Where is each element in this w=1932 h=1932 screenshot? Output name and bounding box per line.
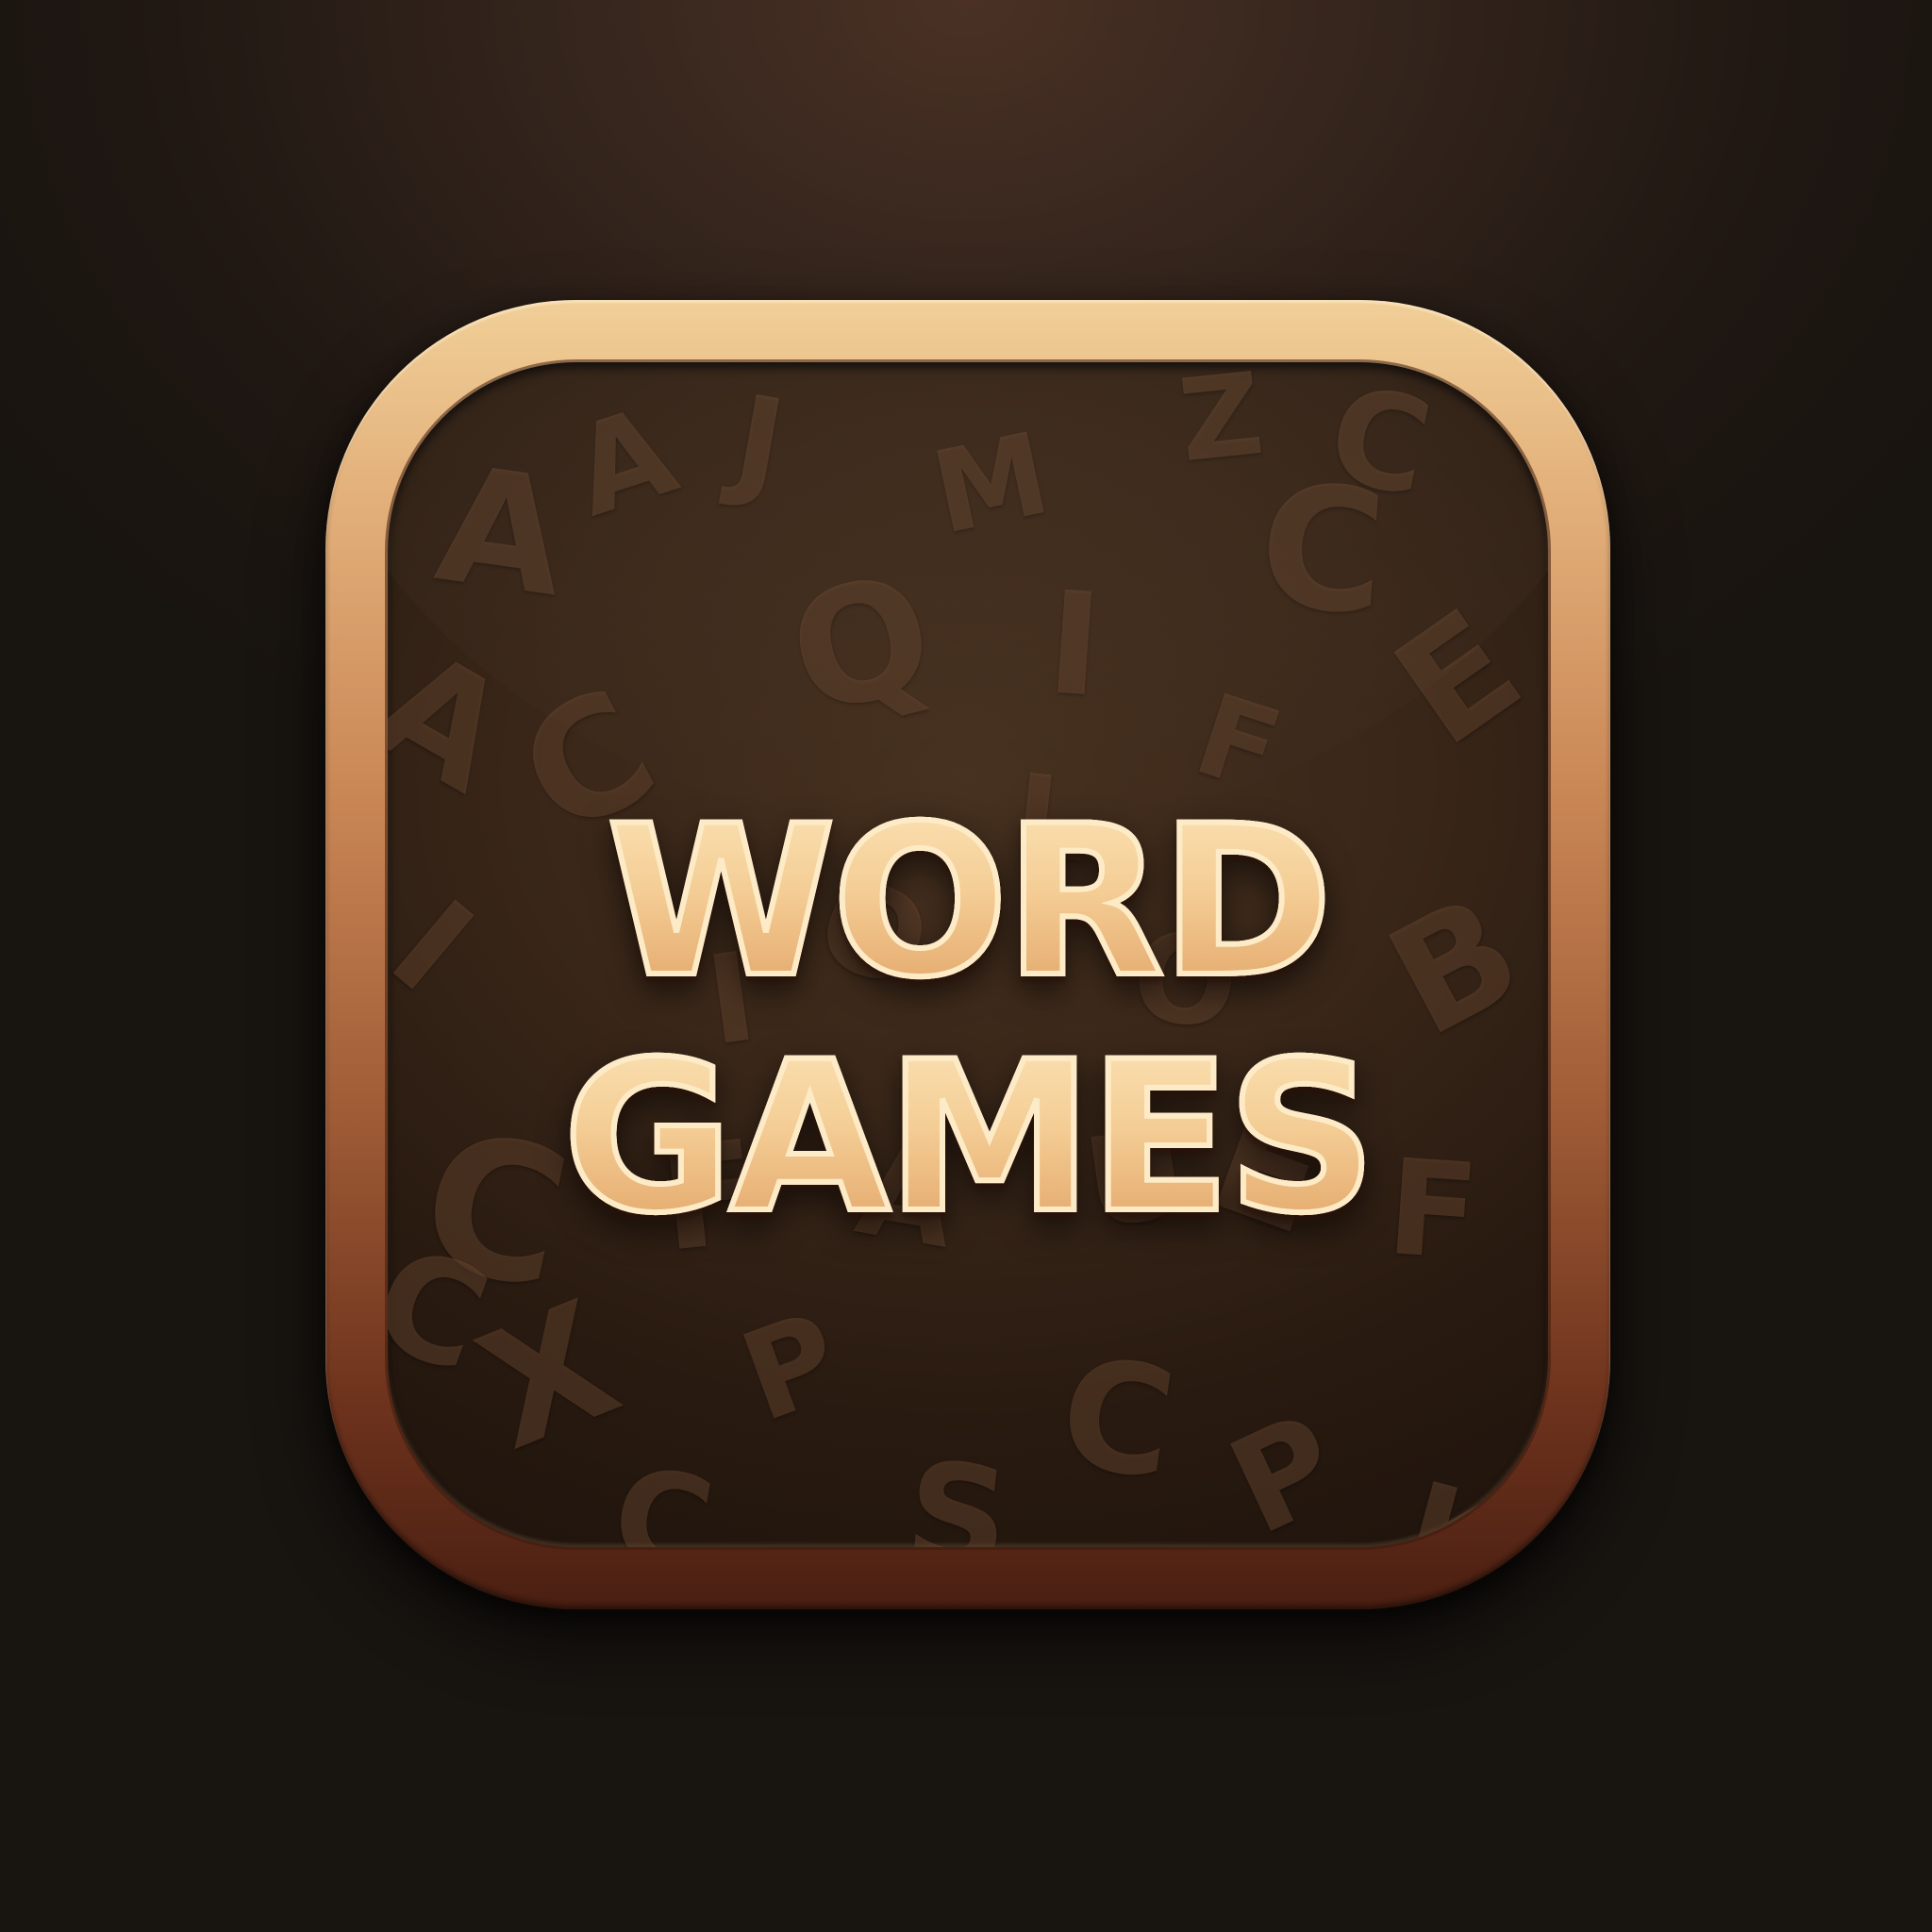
title-word: WORD <box>388 795 1548 1008</box>
background-letter: K <box>1388 1453 1527 1547</box>
background-letter: P <box>1208 1385 1362 1547</box>
app-icon-frame[interactable]: AAJMZCCQIACLFEIIOOBCFAUEFCXPCSCPK WORD G… <box>325 300 1610 1609</box>
background-letter: C <box>1050 1323 1185 1514</box>
background-letter: J <box>724 367 795 518</box>
background-letter: A <box>426 430 576 634</box>
background-letter: Z <box>1173 362 1269 489</box>
background-letter: I <box>1041 561 1107 729</box>
background-letter: X <box>456 1266 641 1487</box>
background-letter: C <box>1253 447 1392 654</box>
background-letter: S <box>898 1430 1017 1547</box>
background-letter: Q <box>773 538 951 753</box>
background-letter: C <box>601 1438 724 1547</box>
background-letter: P <box>724 1284 858 1450</box>
background-letter: M <box>922 408 1060 560</box>
background-letter: E <box>1364 575 1548 780</box>
title-games: GAMES <box>388 1031 1548 1244</box>
background-letter: A <box>556 378 691 544</box>
background: AAJMZCCQIACLFEIIOOBCFAUEFCXPCSCPK WORD G… <box>0 0 1932 1932</box>
app-icon-panel: AAJMZCCQIACLFEIIOOBCFAUEFCXPCSCPK WORD G… <box>388 362 1548 1547</box>
